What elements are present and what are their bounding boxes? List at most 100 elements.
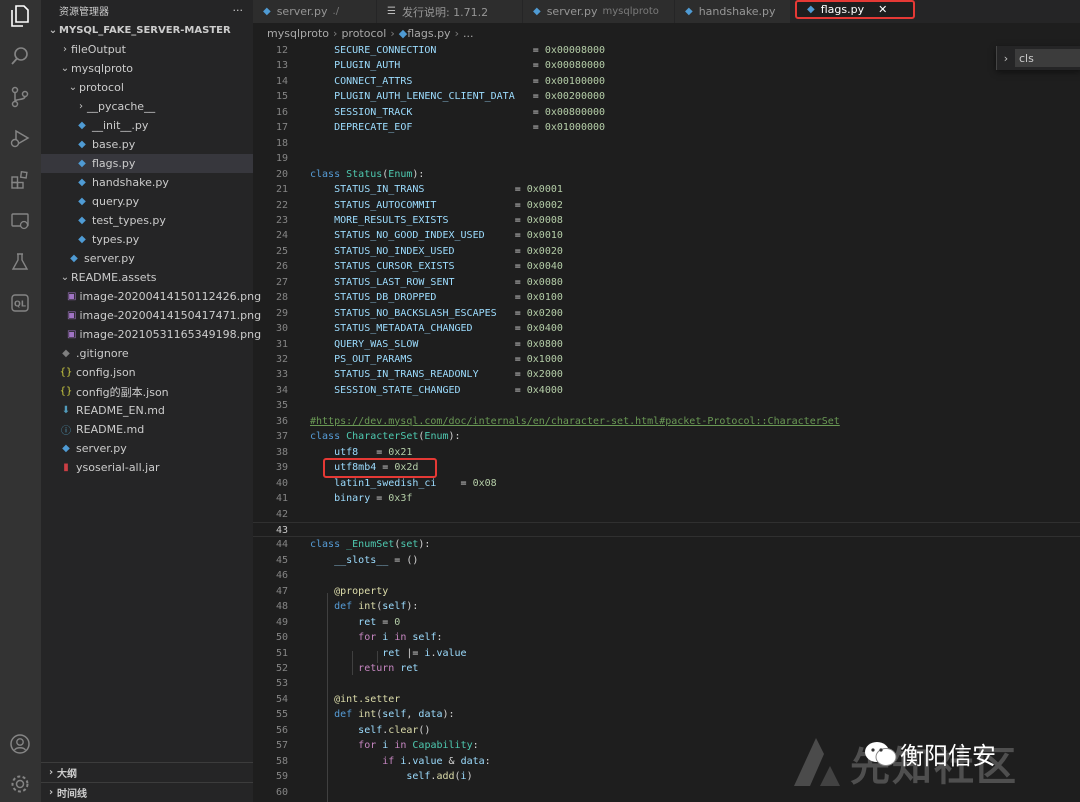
code-editor[interactable]: 12 SECURE_CONNECTION = 0x00008000 13 PLUG… <box>253 43 1080 802</box>
timeline-label: 时间线 <box>57 789 87 800</box>
tree-file[interactable]: ◆ .gitignore <box>41 344 253 363</box>
breadcrumb-item[interactable]: protocol <box>341 27 386 40</box>
tree-folder[interactable]: › fileOutput <box>41 40 253 59</box>
tree-file[interactable]: ▣ image-20200414150417471.png <box>41 306 261 325</box>
chevron-right-icon: › <box>48 787 54 798</box>
line-number: 20 <box>275 168 288 180</box>
tree-file[interactable]: ◆ types.py <box>41 230 253 249</box>
tab-1-71-2[interactable]: ☰ 发行说明: 1.71.2 <box>377 0 523 23</box>
search-icon[interactable] <box>8 44 32 68</box>
tree-folder[interactable]: ⌄ mysqlproto <box>41 59 253 78</box>
line-number: 17 <box>275 122 288 134</box>
chevron-down-icon: ⌄ <box>60 272 70 283</box>
line-number: 28 <box>275 292 288 304</box>
tree-file[interactable]: ◆ flags.py <box>41 154 253 173</box>
tree-file[interactable]: ⬇ README_EN.md <box>41 401 253 420</box>
tree-file[interactable]: ◆ __init__.py <box>41 116 253 135</box>
outline-section[interactable]: › 大纲 <box>41 762 253 782</box>
tree-file[interactable]: {} config.json <box>41 363 253 382</box>
code-line: 21 STATUS_IN_TRANS = 0x0001 <box>253 182 1080 198</box>
breadcrumb-item[interactable]: ... <box>463 27 474 40</box>
toggle-replace-icon[interactable]: › <box>997 52 1015 65</box>
line-number: 13 <box>275 60 288 72</box>
chevron-right-icon: › <box>79 101 83 112</box>
tab-flags-py[interactable]: ◆ flags.py ✕ <box>795 0 915 19</box>
tree-file[interactable]: ◆ handshake.py <box>41 173 253 192</box>
python-icon: ◆ <box>807 4 815 15</box>
tree-file[interactable]: {} config的副本.json <box>41 382 253 401</box>
tree-folder[interactable]: ⌄ protocol <box>41 78 253 97</box>
code-line: 18 <box>253 136 1080 152</box>
remote-explorer-icon[interactable] <box>8 209 32 233</box>
code-line: 14 CONNECT_ATTRS = 0x00100000 <box>253 74 1080 90</box>
code-line: 54 @int.setter <box>253 692 1080 708</box>
tree-item-label: query.py <box>92 195 140 208</box>
workspace-root-folder[interactable]: ⌄ MYSQL_FAKE_SERVER-MASTER <box>41 20 253 40</box>
find-input[interactable]: cls <box>1015 49 1080 67</box>
code-text: STATUS_IN_TRANS_READONLY = 0x2000 <box>334 369 563 381</box>
code-line: 50 for i in self: <box>253 630 1080 646</box>
find-widget[interactable]: › cls <box>996 46 1080 70</box>
code-line: 46 <box>253 568 1080 584</box>
markdown-file-icon: ⬇ <box>61 405 71 416</box>
editor-tabs: ◆ server.py ./ ☰ 发行说明: 1.71.2 ◆ server.py mysql… <box>253 0 1080 23</box>
line-number: 53 <box>275 678 288 690</box>
run-debug-icon[interactable] <box>8 126 32 150</box>
notes-icon: ☰ <box>387 6 396 17</box>
tab-server-py[interactable]: ◆ server.py ./ <box>253 0 377 23</box>
line-number: 58 <box>275 755 288 767</box>
wechat-icon <box>865 742 897 766</box>
tree-file[interactable]: ⓘ README.md <box>41 420 253 439</box>
line-number: 35 <box>275 400 288 412</box>
tree-item-label: handshake.py <box>92 176 169 189</box>
json-file-icon: {} <box>59 367 73 378</box>
code-line: 31 QUERY_WAS_SLOW = 0x0800 <box>253 337 1080 353</box>
file-tree: › fileOutput ⌄ mysqlproto ⌄ protocol › __pycach… <box>41 40 261 477</box>
code-line: 26 STATUS_CURSOR_EXISTS = 0x0040 <box>253 259 1080 275</box>
breadcrumb-item[interactable]: flags.py <box>407 27 450 40</box>
breadcrumb-item[interactable]: mysqlproto <box>267 27 329 40</box>
code-line: 27 STATUS_LAST_ROW_SENT = 0x0080 <box>253 275 1080 291</box>
tree-item-label: __pycache__ <box>87 100 156 113</box>
explorer-icon[interactable] <box>8 4 32 28</box>
tree-folder[interactable]: › __pycache__ <box>41 97 253 116</box>
line-number: 48 <box>275 601 288 613</box>
settings-gear-icon[interactable] <box>8 772 32 796</box>
tree-item-label: __init__.py <box>92 119 149 132</box>
code-text: STATUS_NO_INDEX_USED = 0x0020 <box>334 245 563 257</box>
code-text: SESSION_TRACK = 0x00800000 <box>334 106 606 118</box>
code-line: 17 DEPRECATE_EOF = 0x01000000 <box>253 120 1080 136</box>
testing-flask-icon[interactable] <box>8 250 32 274</box>
source-control-icon[interactable] <box>8 85 32 109</box>
account-icon[interactable] <box>8 732 32 756</box>
tab-label: 发行说明: 1.71.2 <box>401 5 489 19</box>
close-icon[interactable]: ✕ <box>878 3 887 16</box>
tree-item-label: mysqlproto <box>71 62 134 75</box>
tree-file[interactable]: ◆ server.py <box>41 249 253 268</box>
tab-handshake-py[interactable]: ◆ handshake.py <box>675 0 791 23</box>
tree-file[interactable]: ◆ query.py <box>41 192 253 211</box>
more-actions-icon[interactable]: ··· <box>233 4 244 17</box>
tree-file[interactable]: ◆ base.py <box>41 135 253 154</box>
ql-extension-icon[interactable]: QL <box>8 291 32 315</box>
tree-file[interactable]: ▣ image-20200414150112426.png <box>41 287 261 306</box>
tree-item-label: README.assets <box>71 271 157 284</box>
python-file-icon: ◆ <box>78 234 86 245</box>
tree-file[interactable]: ◆ test_types.py <box>41 211 253 230</box>
extensions-icon[interactable] <box>8 168 32 192</box>
code-line: 53 <box>253 676 1080 692</box>
tree-file[interactable]: ▮ ysoserial-all.jar <box>41 458 253 477</box>
tree-folder[interactable]: ⌄ README.assets <box>41 268 253 287</box>
tree-item-label: config.json <box>76 366 136 379</box>
timeline-section[interactable]: › 时间线 <box>41 782 253 802</box>
tree-item-label: .gitignore <box>76 347 129 360</box>
code-text: @int.setter <box>334 693 401 705</box>
python-file-icon: ◆ <box>78 196 86 207</box>
line-number: 15 <box>275 91 288 103</box>
chevron-down-icon: ⌄ <box>48 24 58 36</box>
tab-server-py[interactable]: ◆ server.py mysqlproto <box>523 0 675 23</box>
line-number: 55 <box>275 709 288 721</box>
tree-file[interactable]: ◆ server.py <box>41 439 253 458</box>
code-line: 36 #https://dev.mysql.com/doc/internals/e… <box>253 414 1080 430</box>
tree-file[interactable]: ▣ image-20210531165349198.png <box>41 325 261 344</box>
